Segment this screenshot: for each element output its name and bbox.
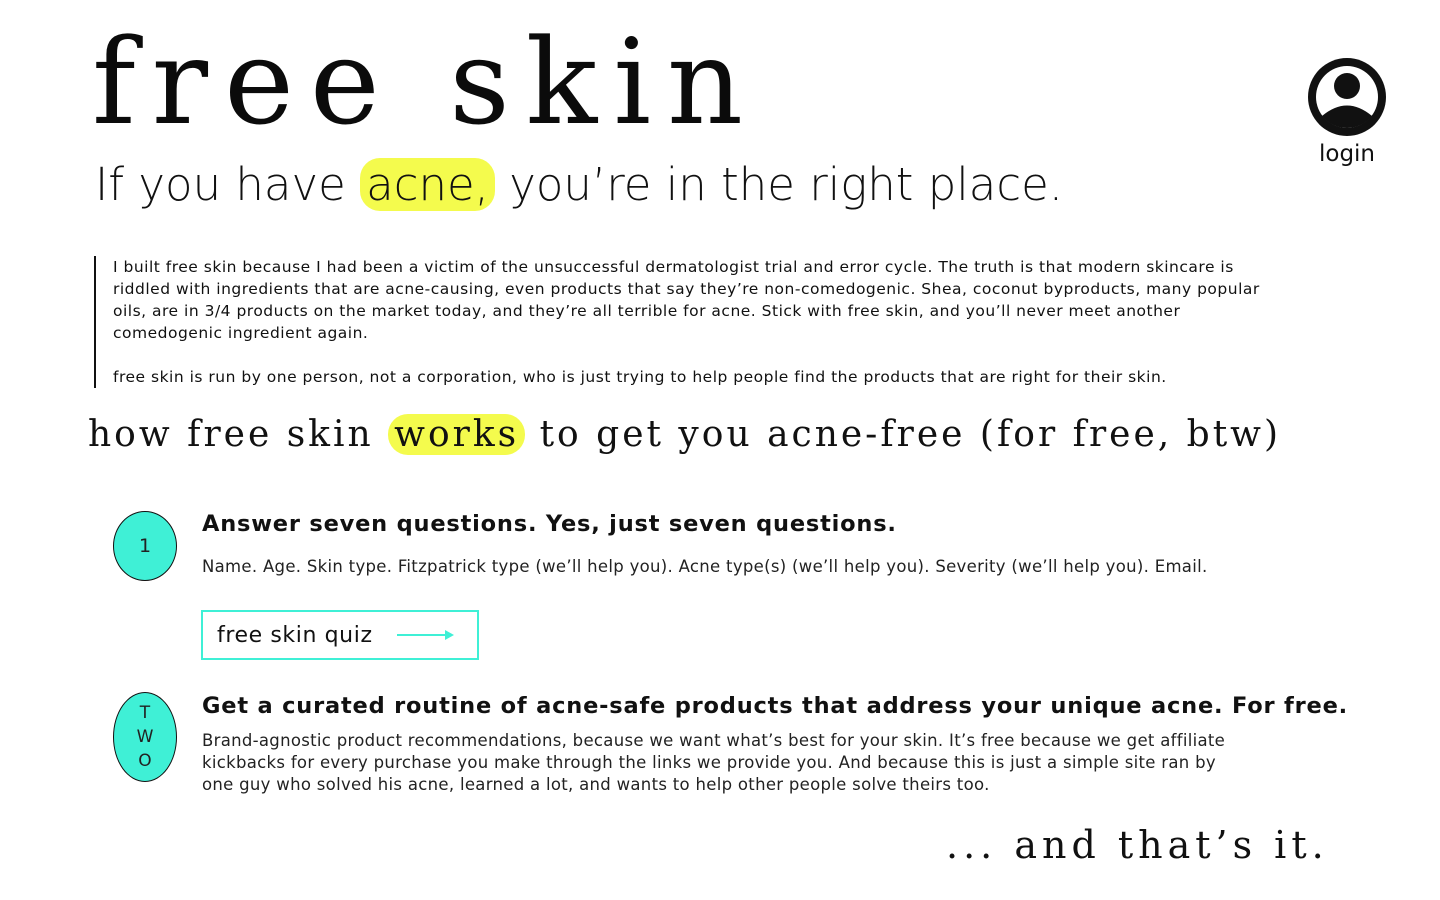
outro-text: ... and that’s it. [946,823,1329,867]
intro-paragraph-2: free skin is run by one person, not a co… [113,368,1167,386]
login-button[interactable]: login [1306,57,1388,167]
step-2-letter: W [136,727,154,747]
step-2-letter: T [139,703,151,723]
how-text-before: how free skin [88,414,389,455]
free-skin-quiz-button[interactable]: free skin quiz [201,610,479,660]
intro-paragraph-1: I built free skin because I had been a v… [113,258,1260,342]
hero-tagline: If you have acne, you’re in the right pl… [95,158,1063,211]
tagline-text-after: you’re in the right place. [494,158,1064,211]
how-it-works-heading: how free skin works to get you acne-free… [88,414,1281,455]
step-1-title: Answer seven questions. Yes, just seven … [202,511,897,537]
quiz-button-label: free skin quiz [217,622,373,648]
step-2-letter: O [138,751,152,771]
step-2-description: Brand-agnostic product recommendations, … [202,731,1226,794]
arrow-right-icon [396,630,454,640]
how-highlight: works [388,414,526,455]
tagline-highlight: acne, [360,158,495,211]
brand-title: free skin [92,13,760,151]
step-1-badge: 1 [113,511,177,581]
tagline-text-before: If you have [95,158,361,211]
step-2-title: Get a curated routine of acne-safe produ… [202,693,1348,719]
landing-page: free skin login If you have acne, you’re… [0,0,1440,900]
how-text-after: to get you acne-free (for free, btw) [525,414,1282,455]
step-1-description: Name. Age. Skin type. Fitzpatrick type (… [202,557,1208,576]
step-1-number: 1 [138,535,152,557]
step-2-badge: T W O [113,692,177,782]
step-2-label: T W O [137,701,154,773]
login-label: login [1318,141,1376,167]
intro-blockquote: I built free skin because I had been a v… [94,256,1273,388]
user-circle-icon [1308,58,1386,136]
